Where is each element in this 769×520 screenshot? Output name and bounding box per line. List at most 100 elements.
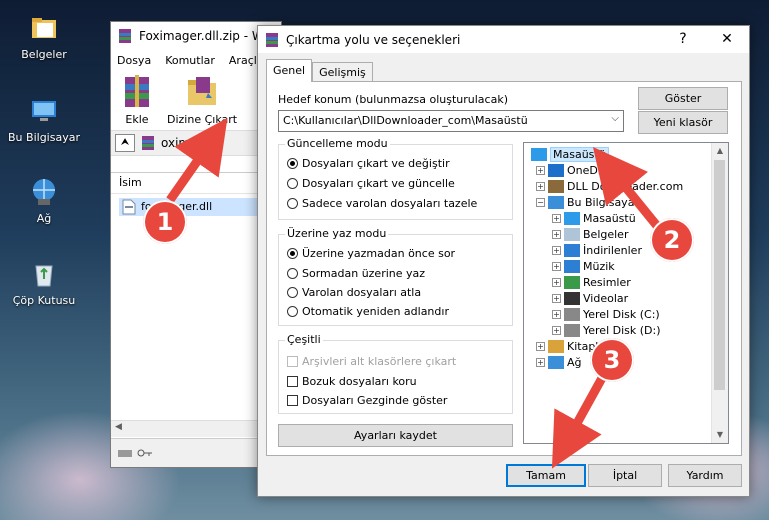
winrar-titlebar[interactable]: Foximager.dll.zip - W [111, 22, 281, 50]
new-folder-button[interactable]: Yeni klasör [638, 111, 728, 134]
extract-to-button-label: Dizine Çıkart [167, 113, 238, 126]
option-label: Varolan dosyaları atla [302, 285, 422, 299]
winrar-logo-icon [119, 29, 131, 43]
tree-item[interactable]: + Ağ [536, 354, 582, 370]
help-button[interactable]: Yardım [668, 464, 742, 487]
update-option-replace[interactable]: Dosyaları çıkart ve değiştir [287, 155, 450, 171]
expand-icon[interactable]: + [536, 165, 545, 175]
expand-icon[interactable]: + [552, 229, 561, 239]
winrar-title: Foximager.dll.zip - W [139, 29, 264, 43]
expand-icon[interactable]: + [536, 357, 545, 367]
misc-option-show-explorer[interactable]: Dosyaları Gezginde göster [287, 392, 447, 408]
expand-icon[interactable]: + [552, 213, 561, 223]
dialog-titlebar[interactable]: Çıkartma yolu ve seçenekleri ? ✕ [258, 26, 749, 53]
misc-option-keep-broken[interactable]: Bozuk dosyaları koru [287, 373, 417, 389]
tree-item[interactable]: + Yerel Disk (C:) [552, 306, 660, 322]
radio[interactable] [287, 177, 298, 189]
up-folder-button[interactable]: ⮝ [115, 134, 135, 152]
desktop-icon-ag[interactable]: Ağ [0, 176, 88, 225]
option-label: Sormadan üzerine yaz [302, 266, 426, 280]
overwrite-option-rename[interactable]: Otomatik yeniden adlandır [287, 303, 449, 319]
winrar-statusbar [111, 438, 281, 467]
drive-icon [118, 450, 132, 457]
expand-icon[interactable]: + [536, 341, 545, 351]
expand-icon[interactable]: + [552, 245, 561, 255]
expand-icon[interactable]: + [536, 181, 545, 191]
key-icon [137, 449, 152, 457]
scroll-up-icon[interactable]: ▲ [712, 143, 728, 159]
ok-button[interactable]: Tamam [506, 464, 586, 487]
radio-selected[interactable] [287, 247, 298, 259]
tree-item-label: Yerel Disk (D:) [583, 323, 661, 337]
menu-dosya[interactable]: Dosya [117, 54, 151, 67]
tab-gelismis[interactable]: Gelişmiş [312, 62, 373, 82]
tree-item[interactable]: + Yerel Disk (D:) [552, 322, 661, 338]
overwrite-option-ask[interactable]: Üzerine yazmadan önce sor [287, 245, 455, 261]
overwrite-mode-group: Üzerine yaz modu Üzerine yazmadan önce s… [278, 227, 513, 326]
tree-item[interactable]: + OneDrive [536, 162, 619, 178]
dialog-title: Çıkartma yolu ve seçenekleri [286, 32, 461, 47]
archive-icon [142, 136, 154, 150]
radio[interactable] [287, 305, 298, 317]
help-title-button[interactable]: ? [661, 26, 705, 53]
option-label: Sadece varolan dosyaları tazele [302, 196, 478, 210]
expand-icon[interactable]: + [552, 293, 561, 303]
radio[interactable] [287, 197, 298, 209]
show-button[interactable]: Göster [638, 87, 728, 110]
tree-item[interactable]: Masaüstü [528, 146, 609, 162]
desktop-icon-belgeler[interactable]: Belgeler [0, 12, 88, 61]
column-header-name[interactable]: İsim [111, 173, 281, 194]
menu-komutlar[interactable]: Komutlar [165, 54, 215, 67]
winrar-logo-icon [266, 32, 278, 47]
tree-item-label: Resimler [583, 275, 631, 289]
tree-item-label: Müzik [583, 259, 615, 273]
winrar-menubar: Dosya Komutlar Araçla [111, 50, 281, 70]
chevron-down-icon[interactable]: ⌵ [611, 113, 619, 124]
scroll-down-icon[interactable]: ▼ [712, 427, 728, 443]
tree-item-label: Belgeler [583, 227, 629, 241]
tree-item[interactable]: + Belgeler [552, 226, 628, 242]
horizontal-scrollbar[interactable]: ◀ [111, 420, 281, 437]
tree-item[interactable]: + Müzik [552, 258, 615, 274]
tree-item[interactable]: + Videolar [552, 290, 628, 306]
save-settings-button[interactable]: Ayarları kaydet [278, 424, 513, 447]
checkbox[interactable] [287, 375, 298, 387]
expand-icon[interactable]: + [552, 261, 561, 271]
extract-to-button[interactable]: Dizine Çıkart [167, 70, 237, 130]
expand-icon[interactable]: + [552, 325, 561, 335]
desktop-icon-cop-kutusu[interactable]: Çöp Kutusu [0, 258, 88, 307]
tree-vertical-scrollbar[interactable]: ▲ ▼ [711, 143, 728, 443]
expand-icon[interactable]: + [552, 309, 561, 319]
tree-item-label: DLL Downloader.com [567, 179, 684, 193]
tree-item[interactable]: + Masaüstü [552, 210, 636, 226]
radio[interactable] [287, 286, 298, 298]
radio-selected[interactable] [287, 157, 298, 169]
tree-item[interactable]: + Resimler [552, 274, 631, 290]
overwrite-option-skip[interactable]: Varolan dosyaları atla [287, 284, 421, 300]
tree-item-label: Yerel Disk (C:) [583, 307, 660, 321]
overwrite-option-overwrite[interactable]: Sormadan üzerine yaz [287, 265, 425, 281]
tree-item[interactable]: + DLL Downloader.com [536, 178, 683, 194]
cancel-button[interactable]: İptal [588, 464, 662, 487]
add-button[interactable]: Ekle [117, 70, 157, 130]
scroll-thumb[interactable] [714, 160, 725, 390]
expand-icon[interactable]: + [552, 277, 561, 287]
radio[interactable] [287, 267, 298, 279]
close-button[interactable]: ✕ [705, 26, 749, 53]
misc-title: Çeşitli [285, 333, 323, 346]
tree-item[interactable]: − Bu Bilgisayar [536, 194, 639, 210]
update-option-refresh[interactable]: Sadece varolan dosyaları tazele [287, 195, 477, 211]
add-archive-icon [125, 75, 149, 107]
collapse-icon[interactable]: − [536, 197, 545, 207]
overwrite-mode-title: Üzerine yaz modu [285, 227, 389, 240]
checkbox[interactable] [287, 394, 298, 406]
update-option-update[interactable]: Dosyaları çıkart ve güncelle [287, 175, 455, 191]
destination-path-combo[interactable]: C:\Kullanıcılar\DllDownloader_com\Masaüs… [278, 110, 624, 132]
winrar-toolbar: Ekle Dizine Çıkart [111, 70, 281, 131]
tree-item[interactable]: + İndirilenler [552, 242, 642, 258]
desktop-icon-label: Ağ [36, 212, 52, 225]
option-label: Dosyaları çıkart ve değiştir [302, 156, 450, 170]
tab-genel[interactable]: Genel [266, 59, 313, 82]
folder-tree-view[interactable]: ▲ ▼ Masaüstü + OneDrive + DLL Downloader.com… [523, 142, 729, 444]
desktop-icon-bu-bilgisayar[interactable]: Bu Bilgisayar [0, 95, 88, 144]
